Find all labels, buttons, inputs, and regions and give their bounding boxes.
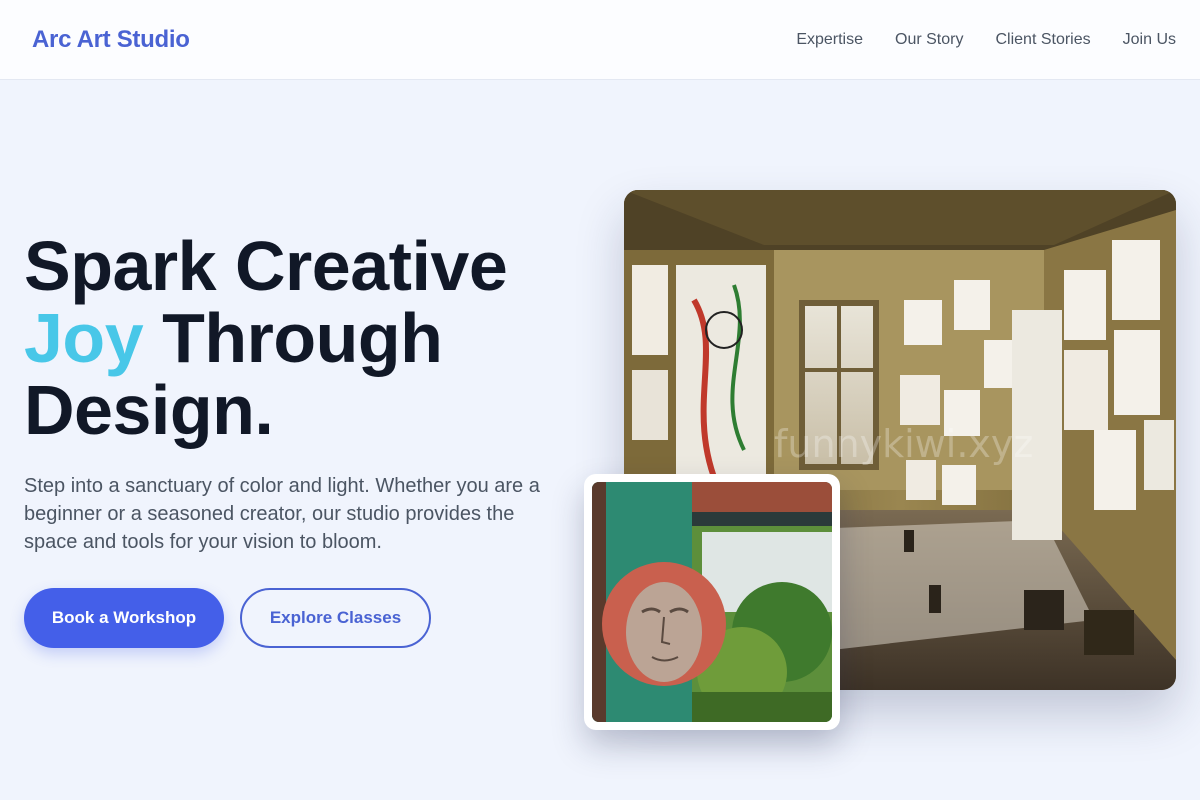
nav-link-expertise[interactable]: Expertise: [796, 31, 863, 49]
cta-group: Book a Workshop Explore Classes: [24, 588, 564, 648]
mural-photo: [592, 482, 832, 722]
book-workshop-button[interactable]: Book a Workshop: [24, 588, 224, 648]
mural-photo-illustration: [592, 482, 832, 722]
headline-accent-word: Joy: [24, 299, 144, 377]
headline-line-1: Spark Creative: [24, 227, 508, 305]
headline-line-2-rest: Through: [143, 299, 443, 377]
explore-classes-button[interactable]: Explore Classes: [240, 588, 431, 648]
nav-link-our-story[interactable]: Our Story: [895, 31, 963, 49]
hero-description: Step into a sanctuary of color and light…: [24, 475, 540, 553]
nav-link-join-us[interactable]: Join Us: [1123, 31, 1176, 49]
top-navbar: Arc Art Studio Expertise Our Story Clien…: [0, 0, 1200, 80]
brand-logo[interactable]: Arc Art Studio: [32, 26, 190, 54]
headline-line-3: Design.: [24, 371, 274, 449]
image-watermark: funnykiwi.xyz: [774, 422, 1034, 466]
main-nav: Expertise Our Story Client Stories Join …: [796, 31, 1176, 49]
hero-headline: Spark Creative Joy Through Design.: [24, 230, 564, 446]
mural-photo-frame: [584, 474, 840, 730]
hero-content: Spark Creative Joy Through Design. Step …: [24, 230, 564, 648]
nav-link-client-stories[interactable]: Client Stories: [995, 31, 1090, 49]
